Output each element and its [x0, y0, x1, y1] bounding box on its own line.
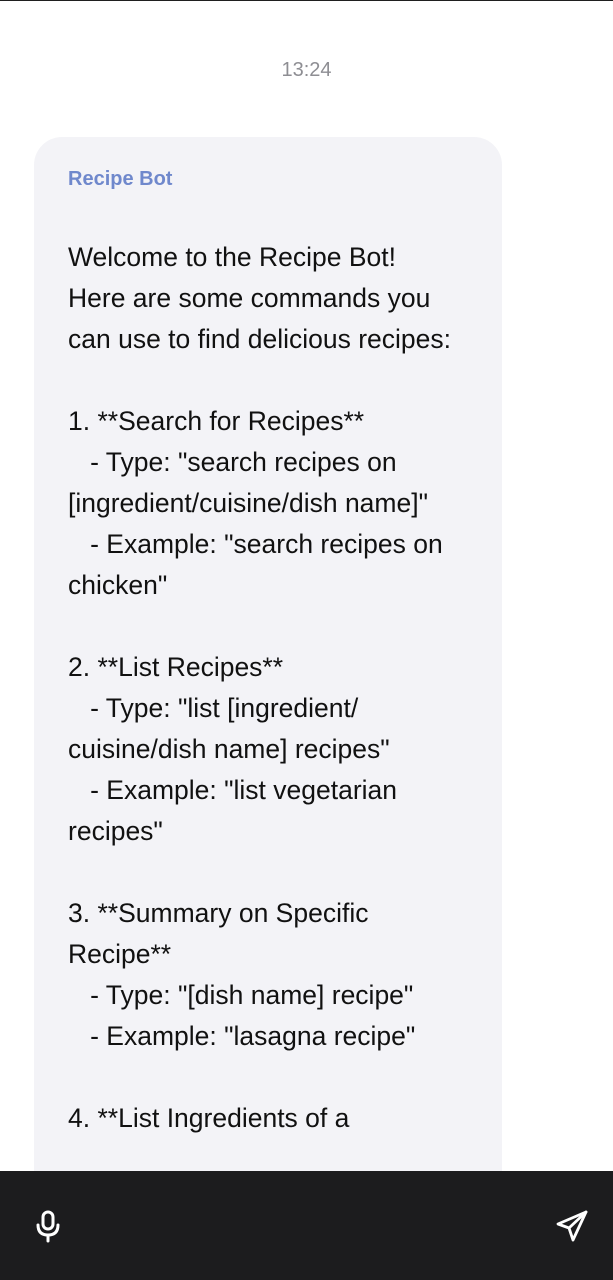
message-timestamp: 13:24 [281, 59, 332, 81]
sender-name: Recipe Bot [68, 168, 173, 190]
microphone-button[interactable] [28, 1206, 68, 1246]
chat-area[interactable]: 13:24 Recipe Bot Welcome to the Recipe B… [0, 0, 613, 1171]
composer-bar [0, 1171, 613, 1280]
microphone-icon [36, 1210, 60, 1243]
send-button[interactable] [552, 1206, 592, 1246]
message-text: Welcome to the Recipe Bot! Here are some… [68, 242, 451, 1133]
bot-message-bubble: Recipe Bot Welcome to the Recipe Bot! He… [34, 137, 502, 1171]
send-icon [556, 1210, 588, 1242]
